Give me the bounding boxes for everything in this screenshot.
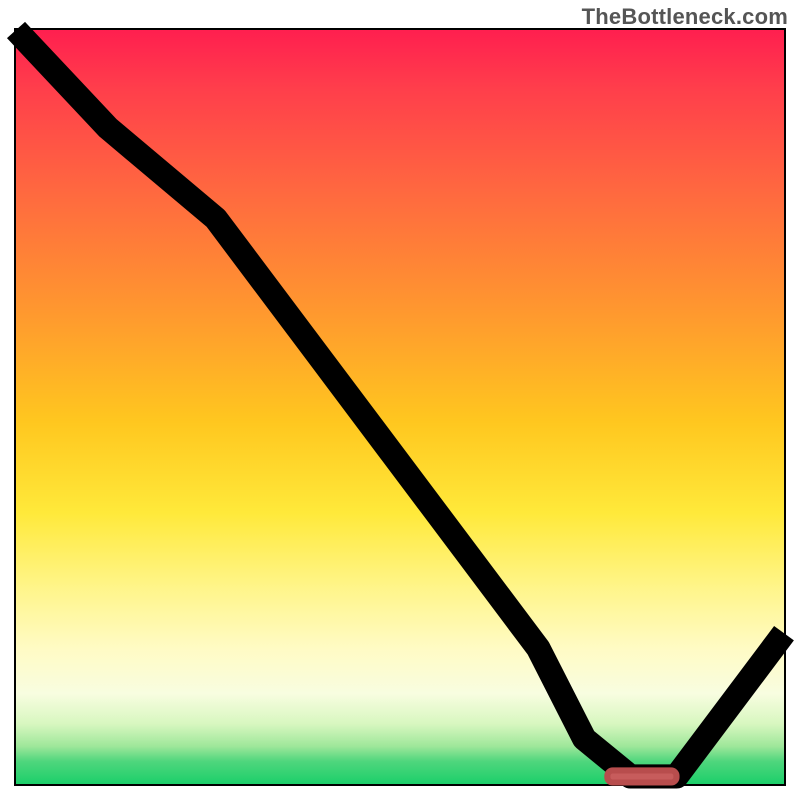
chart-frame [14,28,786,786]
plot-svg [16,30,784,784]
curve-path [16,30,784,776]
watermark-text: TheBottleneck.com [582,4,788,30]
minimum-marker [607,770,676,782]
chart-stage: TheBottleneck.com [0,0,800,800]
